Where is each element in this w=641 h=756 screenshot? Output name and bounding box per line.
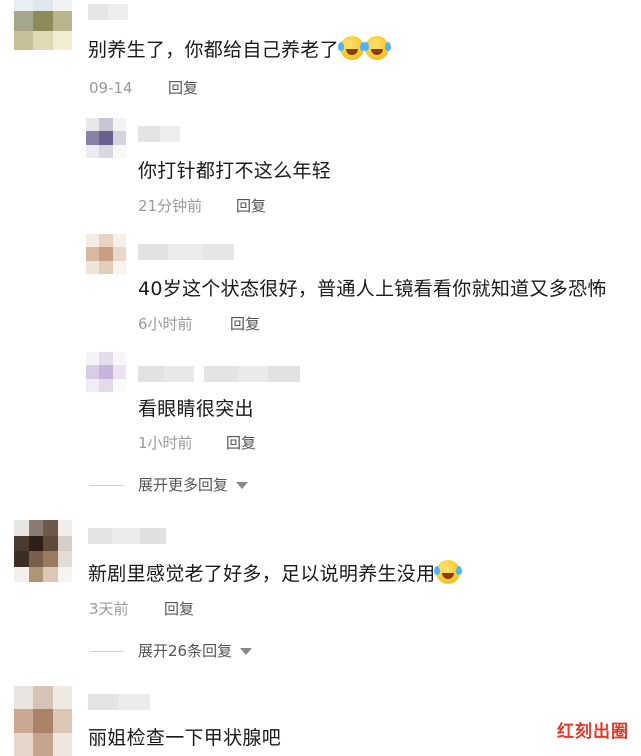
comment-time: 3天前 [89,600,129,618]
divider [90,484,124,486]
expand-label: 展开26条回复 [138,642,233,660]
username[interactable] [138,126,180,142]
username[interactable] [138,366,300,382]
reply-time: 6小时前 [138,315,193,333]
username[interactable] [88,694,150,710]
expand-replies-button[interactable]: 展开更多回复 [90,475,249,495]
username[interactable] [88,528,166,544]
reply-button[interactable]: 回复 [230,314,260,334]
laugh-cry-emoji [362,36,389,60]
reply-text: 你打针都打不这么年轻 [138,160,332,182]
reply-button[interactable]: 回复 [236,196,266,216]
expand-replies-button[interactable]: 展开26条回复 [90,641,253,661]
avatar[interactable] [86,352,126,392]
reply-time: 21分钟前 [138,197,203,215]
reply-button[interactable]: 回复 [164,599,194,619]
comment-text: 丽姐检查一下甲状腺吧 [88,727,282,749]
reply-button[interactable]: 回复 [168,78,198,98]
username[interactable] [88,4,128,20]
comment-text: 别养生了，你都给自己养老了 [88,36,389,63]
caret-down-icon [240,647,253,655]
reply-button[interactable]: 回复 [226,433,256,453]
avatar[interactable] [14,520,72,582]
reply-text: 看眼睛很突出 [138,398,254,420]
avatar[interactable] [86,118,126,158]
laugh-cry-emoji [434,560,461,584]
avatar[interactable] [14,686,72,756]
comment-time: 09-14 [89,79,133,97]
comment-text: 新剧里感觉老了好多，足以说明养生没用 [88,560,461,587]
avatar[interactable] [14,0,72,50]
username[interactable] [138,244,234,260]
avatar[interactable] [86,234,126,274]
reply-text: 40岁这个状态很好，普通人上镜看看你就知道又多恐怖 [138,278,607,300]
laugh-cry-emoji [337,36,364,60]
caret-down-icon [236,481,249,489]
expand-label: 展开更多回复 [138,476,229,494]
watermark: 红刻出圈 [557,722,629,742]
reply-time: 1小时前 [138,434,193,452]
divider [90,650,124,652]
